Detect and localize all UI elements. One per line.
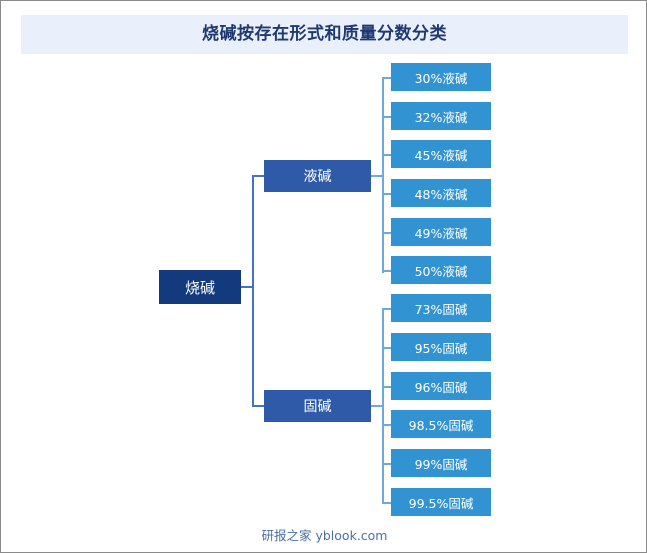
node-leaf-solid-99[interactable]: 99%固碱 — [391, 449, 491, 477]
node-leaf-solid-73[interactable]: 73%固碱 — [391, 294, 491, 322]
node-leaf-solid-995[interactable]: 99.5%固碱 — [391, 488, 491, 516]
connector-trunk-vertical — [252, 175, 254, 406]
footer-watermark: 研报之家 yblook.com — [261, 528, 388, 543]
node-leaf-liquid-50[interactable]: 50%液碱 — [391, 256, 491, 284]
diagram-page: 烧碱按存在形式和质量分数分类 烧碱 液碱 固碱 30%液碱 32%液碱 45%液… — [0, 0, 647, 553]
node-leaf-liquid-49[interactable]: 49%液碱 — [391, 218, 491, 246]
node-leaf-liquid-45[interactable]: 45%液碱 — [391, 140, 491, 168]
node-leaf-solid-95[interactable]: 95%固碱 — [391, 333, 491, 361]
node-leaf-liquid-30[interactable]: 30%液碱 — [391, 63, 491, 91]
node-branch-solid[interactable]: 固碱 — [264, 390, 371, 422]
title-band: 烧碱按存在形式和质量分数分类 — [21, 15, 628, 54]
node-root[interactable]: 烧碱 — [159, 270, 241, 304]
node-leaf-solid-985[interactable]: 98.5%固碱 — [391, 410, 491, 438]
node-branch-liquid[interactable]: 液碱 — [264, 160, 371, 192]
node-leaf-liquid-48[interactable]: 48%液碱 — [391, 179, 491, 207]
connector-leaf-spine-solid — [382, 308, 384, 502]
node-leaf-liquid-32[interactable]: 32%液碱 — [391, 102, 491, 130]
connector-leaf-spine-liquid — [382, 77, 384, 273]
page-title: 烧碱按存在形式和质量分数分类 — [202, 24, 447, 44]
node-leaf-solid-96[interactable]: 96%固碱 — [391, 372, 491, 400]
